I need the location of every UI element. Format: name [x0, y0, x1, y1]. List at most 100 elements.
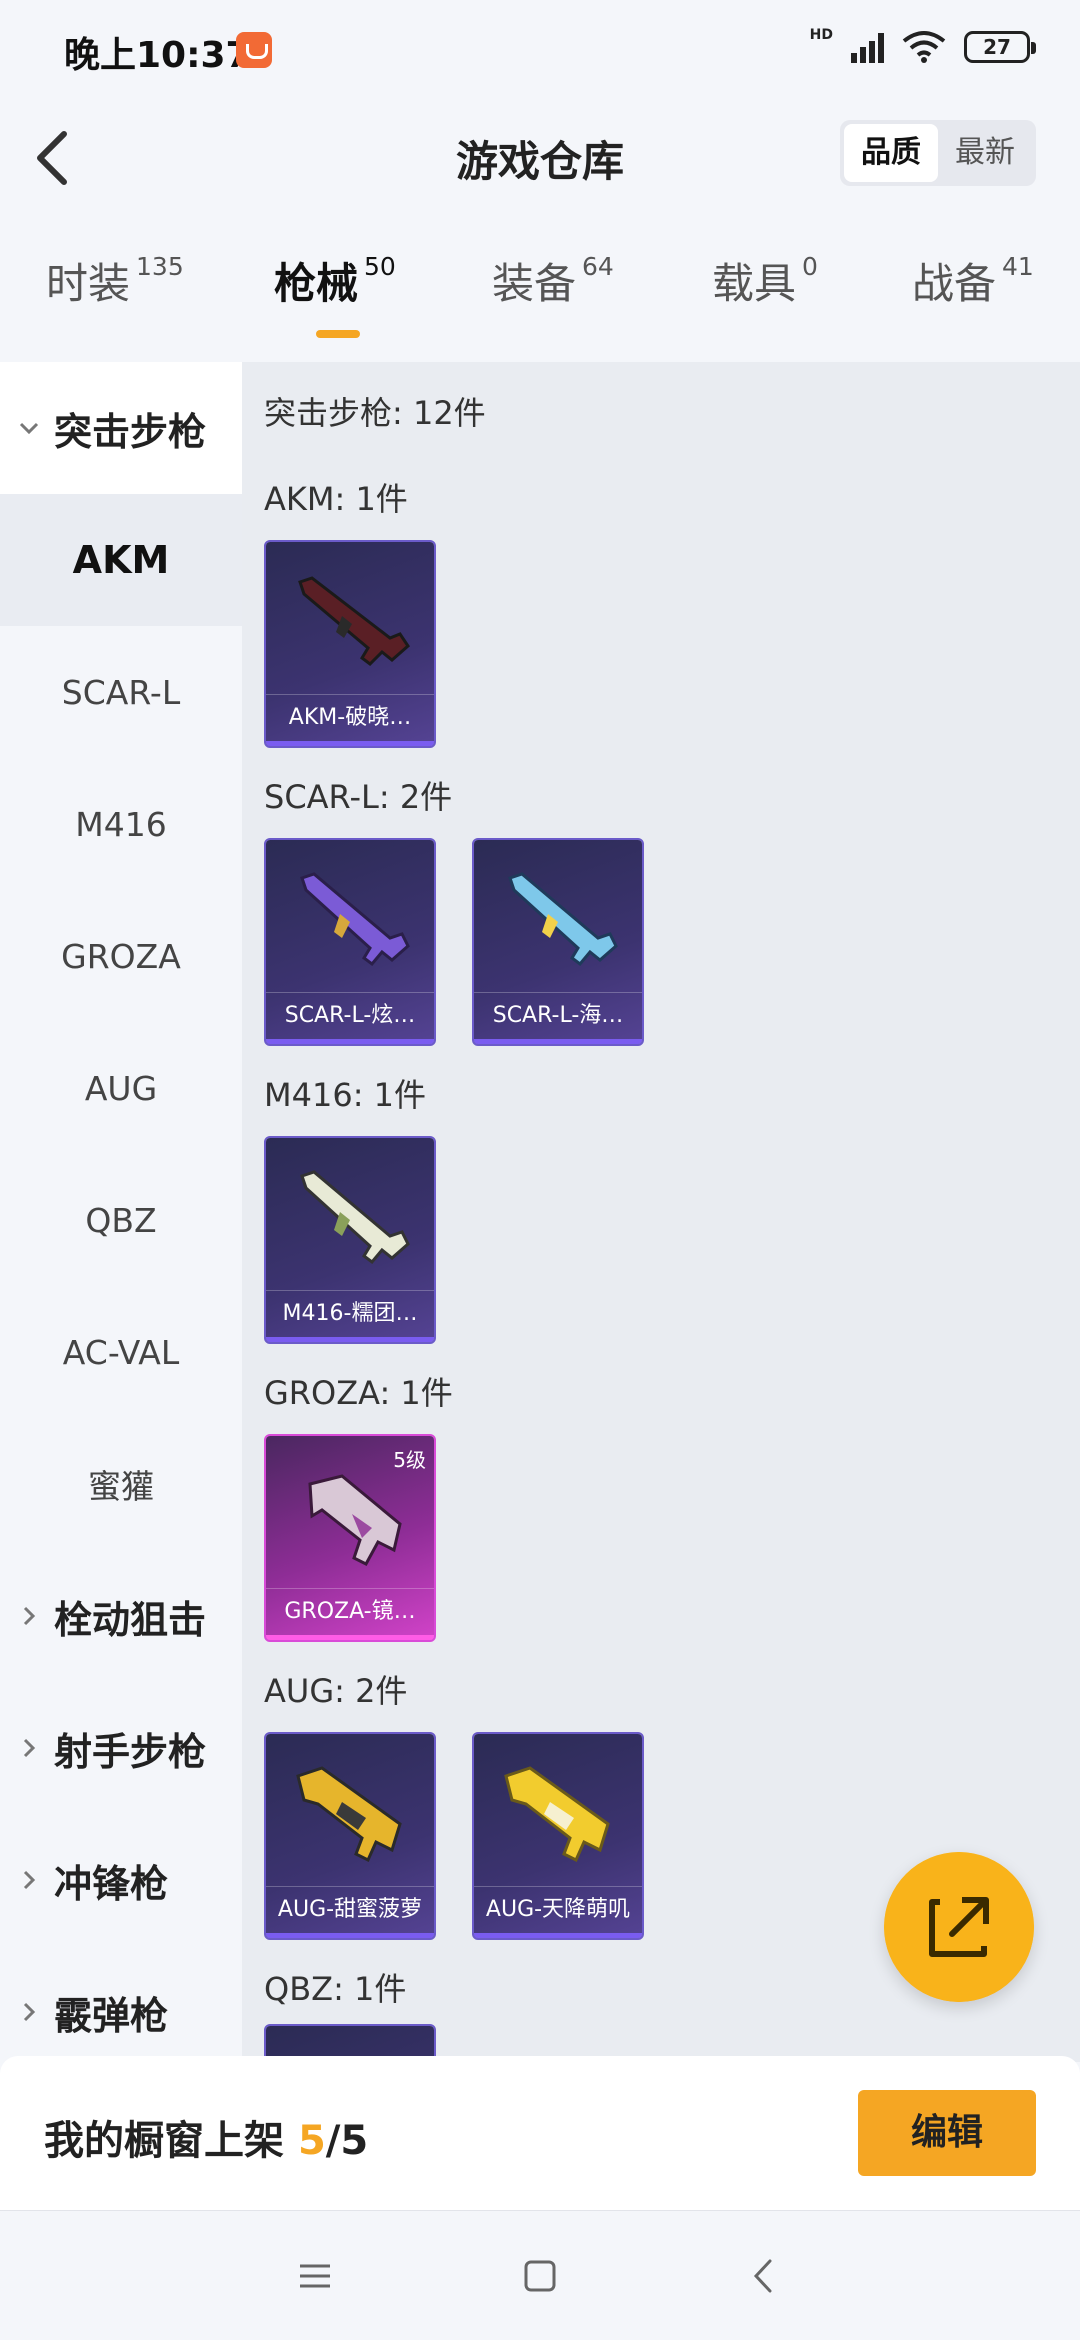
showcase-bar: 我的橱窗上架 5/5 编辑: [0, 2056, 1080, 2210]
sidebar-item-honey-badger[interactable]: 蜜獾: [0, 1418, 242, 1550]
rarity-strip: [266, 1337, 434, 1342]
chevron-right-icon: [23, 1870, 36, 1890]
sidebar-item-groza[interactable]: GROZA: [0, 890, 242, 1022]
rifle-skin-image: [508, 872, 618, 967]
card-name: AUG-甜蜜菠萝: [266, 1886, 434, 1938]
sort-newest-button[interactable]: 最新: [938, 124, 1032, 182]
rarity-strip: [266, 1933, 434, 1938]
rarity-strip: [474, 1933, 642, 1938]
tab-count: 0: [802, 252, 818, 281]
tab-costume[interactable]: 时装 135: [46, 250, 184, 350]
section-title-scar-l: SCAR-L: 2件: [264, 778, 453, 816]
card-name: SCAR-L-海…: [474, 992, 642, 1044]
sort-quality-button[interactable]: 品质: [844, 124, 938, 182]
showcase-current-count: 5: [297, 2118, 326, 2164]
weapon-category-sidebar: 突击步枪 AKM SCAR-L M416 GROZA AUG QBZ AC-VA…: [0, 362, 242, 2062]
tab-count: 64: [582, 252, 614, 281]
tab-count: 50: [364, 252, 396, 281]
sidebar-group-label: 突击步枪: [54, 409, 207, 454]
rifle-skin-image: [504, 1766, 610, 1863]
status-indicators: HD 27: [809, 27, 1036, 64]
signal-icon: [851, 31, 884, 63]
card-name: SCAR-L-炫…: [266, 992, 434, 1044]
card-name: M416-糯团…: [266, 1290, 434, 1342]
showcase-text: 我的橱窗上架: [44, 2118, 284, 2164]
sort-toggle: 品质 最新: [840, 120, 1036, 186]
status-bar: 晚上10:37 HD 27: [0, 0, 1080, 100]
sidebar-group-assault-rifle[interactable]: 突击步枪: [0, 362, 242, 494]
weapon-card-aug-1[interactable]: AUG-甜蜜菠萝: [264, 1732, 436, 1940]
battery-icon: 27: [964, 31, 1036, 63]
app-notification-icon: [236, 32, 272, 68]
back-icon[interactable]: [740, 2251, 790, 2301]
home-square-icon[interactable]: [515, 2251, 565, 2301]
tab-supplies[interactable]: 战备 41: [912, 250, 1034, 350]
tab-vehicles[interactable]: 载具 0: [712, 250, 818, 350]
sidebar-group-label: 射手步枪: [54, 1729, 207, 1774]
menu-icon[interactable]: [290, 2251, 340, 2301]
network-type-label: HD: [809, 27, 833, 43]
card-name: GROZA-镜…: [266, 1588, 434, 1640]
tab-label: 装备: [492, 259, 577, 308]
status-time: 晚上10:37: [64, 35, 251, 76]
rifle-skin-image: [300, 872, 410, 967]
weapon-card-aug-2[interactable]: AUG-天降萌叽: [472, 1732, 644, 1940]
tab-count: 135: [136, 252, 184, 281]
showcase-total-count: 5: [340, 2118, 369, 2164]
share-external-icon[interactable]: [884, 1852, 1034, 2002]
sidebar-item-aug[interactable]: AUG: [0, 1022, 242, 1154]
showcase-separator: /: [325, 2118, 341, 2164]
sidebar-item-scar-l[interactable]: SCAR-L: [0, 626, 242, 758]
rarity-strip: [474, 1039, 642, 1044]
chevron-right-icon: [23, 1606, 36, 1626]
tab-equipment[interactable]: 装备 64: [492, 250, 614, 350]
rarity-strip: [266, 741, 434, 746]
section-title-aug: AUG: 2件: [264, 1672, 408, 1710]
edit-button[interactable]: 编辑: [858, 2090, 1036, 2176]
sidebar-group-label: 霰弹枪: [54, 1993, 169, 2038]
header: 游戏仓库 品质 最新: [0, 100, 1080, 210]
rarity-strip: [266, 1635, 434, 1640]
active-tab-indicator: [316, 330, 360, 338]
category-summary: 突击步枪: 12件: [264, 394, 486, 432]
rifle-skin-image: [300, 1170, 410, 1265]
sidebar-group-label: 冲锋枪: [54, 1861, 169, 1906]
system-nav-bar: [0, 2210, 1080, 2340]
weapon-card-groza[interactable]: 5级 GROZA-镜…: [264, 1434, 436, 1642]
chevron-right-icon: [23, 2002, 36, 2022]
wifi-icon: [902, 31, 946, 63]
card-level-badge: 5级: [393, 1448, 426, 1472]
sidebar-group-label: 栓动狙击: [54, 1597, 207, 1642]
tab-label: 战备: [912, 259, 997, 308]
tab-label: 时装: [46, 259, 131, 308]
tab-label: 载具: [712, 259, 797, 308]
weapon-card-scar-l-1[interactable]: SCAR-L-炫…: [264, 838, 436, 1046]
card-name: AKM-破晓…: [266, 694, 434, 746]
sidebar-group-bolt-sniper[interactable]: 栓动狙击: [0, 1550, 242, 1682]
sidebar-item-m416[interactable]: M416: [0, 758, 242, 890]
sidebar-group-smg[interactable]: 冲锋枪: [0, 1814, 242, 1946]
weapon-list: 突击步枪: 12件 AKM: 1件 AKM-破晓… SCAR-L: 2件 SCA…: [242, 362, 1080, 2062]
sidebar-group-marksman-rifle[interactable]: 射手步枪: [0, 1682, 242, 1814]
section-title-groza: GROZA: 1件: [264, 1374, 453, 1412]
sidebar-item-ac-val[interactable]: AC-VAL: [0, 1286, 242, 1418]
weapon-card-scar-l-2[interactable]: SCAR-L-海…: [472, 838, 644, 1046]
rarity-strip: [266, 1039, 434, 1044]
section-title-qbz: QBZ: 1件: [264, 1970, 407, 2008]
chevron-down-icon: [19, 422, 39, 435]
sidebar-item-akm[interactable]: AKM: [0, 494, 242, 626]
section-title-akm: AKM: 1件: [264, 480, 408, 518]
weapon-card-m416[interactable]: M416-糯团…: [264, 1136, 436, 1344]
rifle-skin-image: [298, 576, 410, 666]
weapon-card-akm[interactable]: AKM-破晓…: [264, 540, 436, 748]
chevron-right-icon: [23, 1738, 36, 1758]
sidebar-item-qbz[interactable]: QBZ: [0, 1154, 242, 1286]
card-name: AUG-天降萌叽: [474, 1886, 642, 1938]
back-arrow-icon[interactable]: [24, 122, 94, 192]
category-tabs: 时装 135 枪械 50 装备 64 载具 0 战备 41: [0, 250, 1080, 360]
rifle-skin-image: [296, 1766, 402, 1863]
rifle-skin-image: [308, 1474, 402, 1566]
showcase-label: 我的橱窗上架 5/5: [44, 2108, 368, 2166]
section-title-m416: M416: 1件: [264, 1076, 427, 1114]
tab-count: 41: [1002, 252, 1034, 281]
